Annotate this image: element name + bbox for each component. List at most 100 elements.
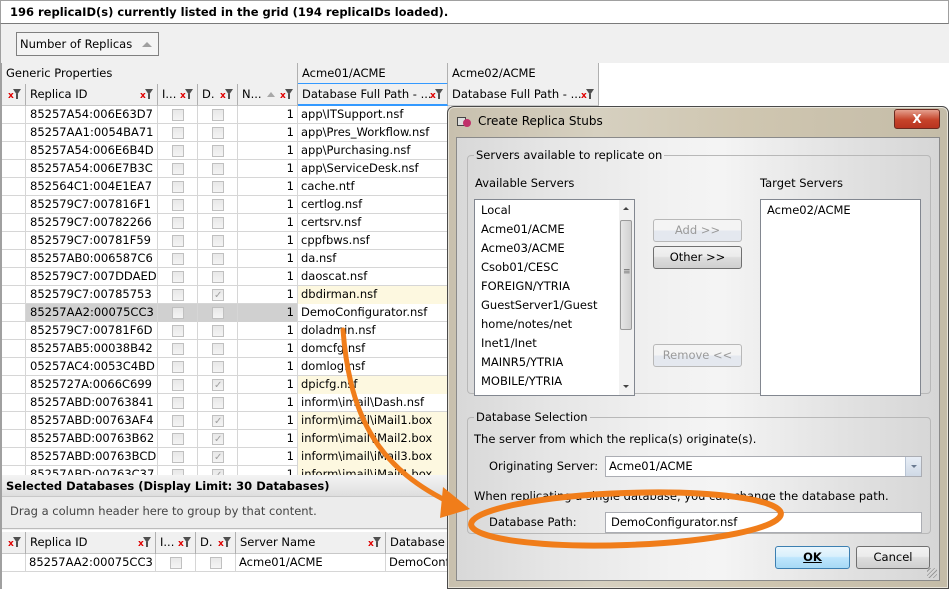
- close-button[interactable]: X: [894, 109, 940, 129]
- i-checkbox[interactable]: [172, 289, 184, 301]
- i-checkbox[interactable]: [172, 163, 184, 175]
- i-checkbox[interactable]: [172, 325, 184, 337]
- i-checkbox[interactable]: [172, 199, 184, 211]
- available-server-item[interactable]: MOBILE/YTRIA: [475, 372, 634, 391]
- add-button[interactable]: Add >>: [653, 219, 742, 242]
- column-header-n[interactable]: N... x: [238, 84, 298, 106]
- d-checkbox[interactable]: [212, 431, 224, 448]
- clear-filter-icon[interactable]: x: [180, 88, 194, 101]
- i-checkbox[interactable]: [172, 253, 184, 265]
- clear-filter-icon[interactable]: x: [8, 88, 22, 101]
- d-checkbox[interactable]: [212, 449, 224, 466]
- d-checkbox[interactable]: [212, 325, 224, 337]
- i-checkbox[interactable]: [172, 361, 184, 373]
- other-button[interactable]: Other >>: [653, 246, 742, 269]
- i-checkbox[interactable]: [172, 433, 184, 445]
- i-checkbox[interactable]: [172, 127, 184, 139]
- d-checkbox[interactable]: [212, 271, 224, 283]
- available-server-item[interactable]: MAINR5/YTRIA: [475, 353, 634, 372]
- selected-column-i[interactable]: I... x: [156, 532, 196, 554]
- available-server-item[interactable]: Acme01/ACME: [475, 220, 634, 239]
- i-checkbox[interactable]: [172, 235, 184, 247]
- scroll-down-icon[interactable]: [623, 385, 629, 388]
- selected-column-database-path[interactable]: Database Fu: [386, 532, 456, 554]
- i-checkbox[interactable]: [172, 343, 184, 355]
- selected-column-d[interactable]: D. x: [196, 532, 236, 554]
- d-checkbox[interactable]: [212, 217, 224, 229]
- available-server-item[interactable]: home/notes/net: [475, 315, 634, 334]
- clear-filter-icon[interactable]: x: [140, 88, 154, 101]
- i-checkbox[interactable]: [172, 181, 184, 193]
- i-checkbox[interactable]: [172, 307, 184, 319]
- dialog-titlebar[interactable]: Create Replica Stubs X: [448, 107, 948, 137]
- group-by-area[interactable]: Number of Replicas: [0, 24, 949, 64]
- i-checkbox[interactable]: [172, 415, 184, 427]
- available-server-item[interactable]: Csob01/CESC: [475, 258, 634, 277]
- selected-column-server-name[interactable]: Server Name x: [236, 532, 386, 554]
- d-checkbox[interactable]: [212, 145, 224, 157]
- d-checkbox[interactable]: [212, 199, 224, 211]
- clear-filter-icon[interactable]: x: [280, 88, 294, 101]
- d-checkbox[interactable]: [212, 163, 224, 175]
- clear-filter-icon[interactable]: x: [138, 536, 152, 549]
- remove-button[interactable]: Remove <<: [653, 344, 742, 367]
- ok-button[interactable]: OK: [775, 546, 850, 569]
- selected-column-replica-id[interactable]: Replica ID x: [26, 532, 156, 554]
- column-header-replica-id[interactable]: Replica ID x: [26, 84, 158, 106]
- band-acme02[interactable]: Acme02/ACME: [448, 63, 599, 85]
- available-server-item[interactable]: Local: [475, 201, 634, 220]
- column-header-d[interactable]: D. x: [198, 84, 238, 106]
- scroll-thumb[interactable]: [620, 220, 632, 330]
- cancel-button[interactable]: Cancel: [856, 546, 930, 569]
- scroll-up-icon[interactable]: [623, 207, 629, 210]
- d-checkbox[interactable]: [212, 127, 224, 139]
- clear-filter-icon[interactable]: x: [368, 536, 382, 549]
- d-checkbox[interactable]: [212, 307, 224, 319]
- band-acme01[interactable]: Acme01/ACME: [298, 63, 448, 85]
- target-servers-list[interactable]: Acme02/ACME: [760, 199, 921, 396]
- i-checkbox[interactable]: [170, 557, 182, 569]
- i-checkbox[interactable]: [172, 451, 184, 463]
- d-checkbox[interactable]: [212, 287, 224, 304]
- column-header-acme02-path[interactable]: Database Full Path - ... x: [448, 84, 599, 106]
- d-checkbox[interactable]: [212, 397, 224, 409]
- d-checkbox[interactable]: [212, 109, 224, 121]
- available-server-item[interactable]: Inet1/Inet: [475, 334, 634, 353]
- column-header-i[interactable]: I... x: [158, 84, 198, 106]
- i-checkbox[interactable]: [172, 109, 184, 121]
- d-checkbox[interactable]: [212, 413, 224, 430]
- originating-server-select[interactable]: Acme01/ACME: [605, 456, 922, 477]
- selected-column-lead[interactable]: x: [2, 532, 26, 554]
- i-checkbox[interactable]: [172, 397, 184, 409]
- chevron-down-icon[interactable]: [905, 457, 921, 476]
- available-servers-list[interactable]: Local Acme01/ACME Acme03/ACME Csob01/CESC FO…: [474, 199, 635, 396]
- clear-filter-icon[interactable]: x: [430, 88, 444, 101]
- target-server-item[interactable]: Acme02/ACME: [761, 201, 920, 220]
- group-by-chip-number-of-replicas[interactable]: Number of Replicas: [16, 32, 159, 56]
- clear-filter-icon[interactable]: x: [220, 88, 234, 101]
- clear-filter-icon[interactable]: x: [178, 536, 192, 549]
- clear-filter-icon[interactable]: x: [581, 88, 595, 101]
- i-checkbox[interactable]: [172, 217, 184, 229]
- i-checkbox[interactable]: [172, 379, 184, 391]
- d-checkbox[interactable]: [212, 235, 224, 247]
- d-checkbox[interactable]: [212, 361, 224, 373]
- database-path-input[interactable]: DemoConfigurator.nsf: [605, 512, 922, 533]
- available-servers-scrollbar[interactable]: [619, 200, 634, 395]
- d-checkbox[interactable]: [210, 557, 222, 569]
- d-checkbox[interactable]: [212, 253, 224, 265]
- available-server-item[interactable]: FOREIGN/YTRIA: [475, 277, 634, 296]
- band-generic-properties[interactable]: Generic Properties: [2, 63, 298, 85]
- d-checkbox[interactable]: [212, 377, 224, 394]
- d-checkbox[interactable]: [212, 181, 224, 193]
- clear-filter-icon[interactable]: x: [8, 536, 22, 549]
- clear-filter-icon[interactable]: x: [218, 536, 232, 549]
- column-header-lead[interactable]: x: [2, 84, 26, 106]
- i-checkbox[interactable]: [172, 145, 184, 157]
- column-header-acme01-path[interactable]: Database Full Path - ... x: [298, 84, 448, 106]
- available-server-item[interactable]: GuestServer1/Guest: [475, 296, 634, 315]
- available-server-item[interactable]: Acme03/ACME: [475, 239, 634, 258]
- resize-grip-icon[interactable]: [927, 568, 937, 578]
- i-checkbox[interactable]: [172, 271, 184, 283]
- d-checkbox[interactable]: [212, 343, 224, 355]
